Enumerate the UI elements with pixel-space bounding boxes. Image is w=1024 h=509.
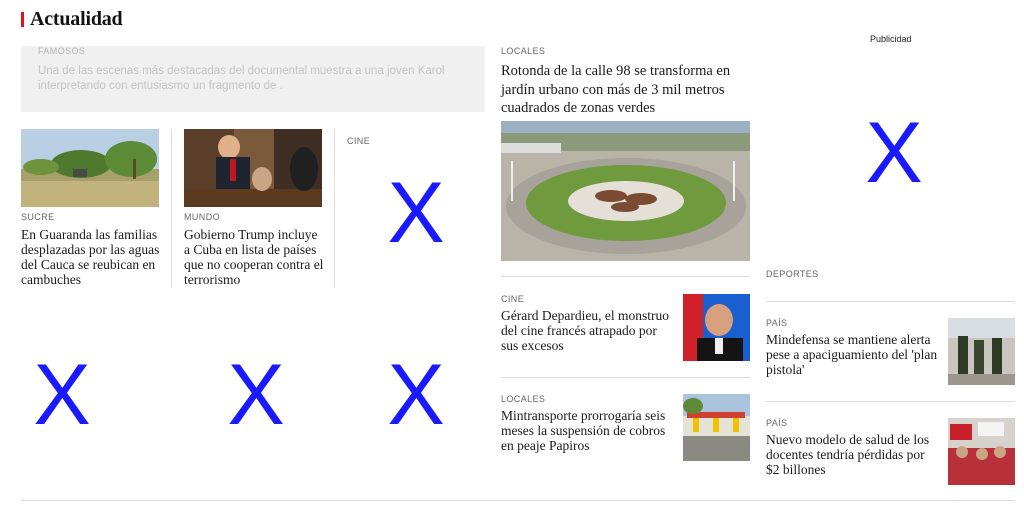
right-thumbnail-mindefensa[interactable] <box>948 318 1015 385</box>
ad-placeholder-x[interactable]: X <box>862 110 926 196</box>
list-headline-depardieu[interactable]: Gérard Depardieu, el monstruo del cine f… <box>501 308 675 353</box>
article-thumbnail-guaranda[interactable] <box>21 129 159 207</box>
image-placeholder-x: X <box>227 347 285 443</box>
list-headline-peaje[interactable]: Mintransporte prorrogaría seis meses la … <box>501 408 675 453</box>
section-bottom-divider <box>21 500 1015 501</box>
section-header: Actualidad <box>21 8 123 31</box>
right-thumbnail-docentes[interactable] <box>948 418 1015 485</box>
famosos-summary[interactable]: Una de las escenas más destacadas del do… <box>38 64 468 94</box>
soldiers-photo <box>948 318 1015 385</box>
press-photo <box>184 129 322 207</box>
list-thumbnail-peaje[interactable] <box>683 394 750 461</box>
main-article-image-rotonda[interactable] <box>501 121 750 261</box>
main-headline-rotonda[interactable]: Rotonda de la calle 98 se transforma en … <box>501 62 733 118</box>
main-kicker-locales[interactable]: LOCALES <box>501 46 545 56</box>
famosos-teaser[interactable]: FAMOSOS Una de las escenas más destacada… <box>21 46 485 112</box>
right-section-kicker[interactable]: DEPORTES <box>766 269 819 279</box>
right-list-headline-docentes[interactable]: Nuevo modelo de salud de los docentes te… <box>766 432 940 477</box>
card-headline-guaranda[interactable]: En Guaranda las familias desplazadas por… <box>21 227 161 287</box>
ad-label: Publicidad <box>870 34 912 44</box>
image-placeholder-x: X <box>387 347 445 443</box>
right-list-headline-mindefensa[interactable]: Mindefensa se mantiene alerta pese a apa… <box>766 332 940 377</box>
card-headline-trump-cuba[interactable]: Gobierno Trump incluye a Cuba en lista d… <box>184 227 326 287</box>
roundabout-photo <box>501 121 750 261</box>
famosos-kicker[interactable]: FAMOSOS <box>38 46 468 56</box>
image-placeholder-x: X <box>33 347 91 443</box>
list-thumbnail-depardieu[interactable] <box>683 294 750 361</box>
card-kicker-sucre[interactable]: SUCRE <box>21 212 55 222</box>
toll-photo <box>683 394 750 461</box>
field-photo <box>21 129 159 207</box>
right-list-kicker-pais[interactable]: PAÍS <box>766 318 787 328</box>
section-title: Actualidad <box>30 8 123 30</box>
protest-photo <box>948 418 1015 485</box>
section-accent-bar <box>21 12 24 27</box>
list-divider <box>766 301 1015 302</box>
image-placeholder-x: X <box>387 165 445 261</box>
article-thumbnail-trump[interactable] <box>184 129 322 207</box>
card-divider <box>171 129 172 288</box>
card-kicker-mundo[interactable]: MUNDO <box>184 212 220 222</box>
card-kicker-cine[interactable]: CINE <box>347 136 370 146</box>
list-divider <box>766 401 1015 402</box>
portrait-photo <box>683 294 750 361</box>
list-divider <box>501 377 750 378</box>
list-kicker-cine[interactable]: CINE <box>501 294 524 304</box>
list-divider <box>501 276 750 277</box>
card-divider <box>334 129 335 288</box>
list-kicker-locales[interactable]: LOCALES <box>501 394 545 404</box>
right-list-kicker-pais-2[interactable]: PAÍS <box>766 418 787 428</box>
